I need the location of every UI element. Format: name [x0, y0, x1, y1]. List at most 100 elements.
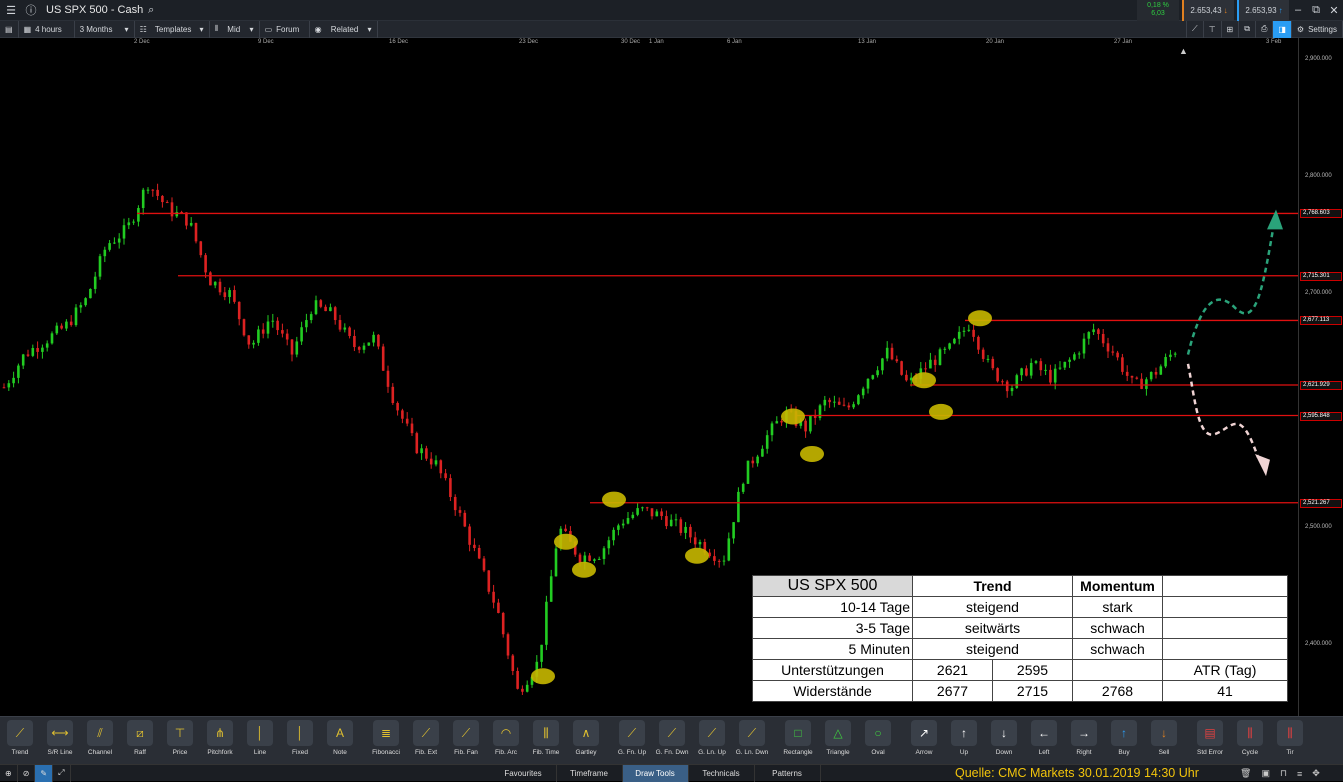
tool-fib-fan[interactable]: ⟋ Fib. Fan [446, 717, 486, 756]
candle-body [545, 601, 548, 645]
buy-price-button[interactable]: 2.653,93 ↑ [1237, 0, 1289, 21]
settings-button[interactable]: ⚙ Settings [1292, 20, 1343, 38]
tool-line[interactable]: │ Line [240, 717, 280, 756]
candle-body [175, 211, 179, 217]
tab-technicals[interactable]: Technicals [689, 764, 755, 782]
hide-icon[interactable]: ≡ [1297, 769, 1302, 779]
candle-body [751, 460, 755, 464]
tool-down-arrow[interactable]: ↓ Down [984, 717, 1024, 756]
tool-up-arrow[interactable]: ↑ Up [944, 717, 984, 756]
draw-line-icon[interactable]: ⟋ [1185, 20, 1204, 38]
tool-std-error[interactable]: ▤ Std Error [1190, 717, 1230, 756]
pencil-icon[interactable]: ✎ [35, 764, 54, 782]
templates-select[interactable]: ☷ Templates ▾ [135, 20, 210, 38]
tool-sell[interactable]: ↓ Sell [1144, 717, 1184, 756]
gann-fan-down-icon: ⟋ [659, 720, 685, 746]
candle-body [266, 321, 270, 334]
candle-body [319, 300, 323, 307]
tool-fib-arc[interactable]: ◠ Fib. Arc [486, 717, 526, 756]
tool-gartley[interactable]: ∧ Gartley [566, 717, 606, 756]
candle-body [271, 320, 275, 322]
candle-body [732, 522, 735, 539]
tool-oval[interactable]: ○ Oval [858, 717, 898, 756]
tool-price[interactable]: ⊤ Price [160, 717, 200, 756]
layout-icon[interactable]: ▤ [0, 20, 19, 38]
tool-fib-ext[interactable]: ⟋ Fib. Ext [406, 717, 446, 756]
candle-body [487, 570, 491, 592]
tab-patterns[interactable]: Patterns [755, 764, 821, 782]
tool-gann-fan-down[interactable]: ⟋ G. Fn. Dwn [652, 717, 692, 756]
tool-label: Buy [1118, 749, 1130, 756]
move-icon[interactable]: ✥ [1312, 768, 1320, 779]
minimize-icon[interactable]: – [1289, 0, 1307, 21]
tag-icon[interactable]: ◨ [1273, 20, 1292, 38]
tab-favourites[interactable]: Favourites [491, 764, 557, 782]
gann-line-up-icon: ⟋ [699, 720, 725, 746]
candle-body [405, 418, 409, 424]
tool-triangle[interactable]: △ Triangle [818, 717, 858, 756]
candle-body [775, 421, 779, 424]
range-select[interactable]: 3 Months ▾ [75, 20, 135, 38]
tool-gann-line-up[interactable]: ⟋ G. Ln. Up [692, 717, 732, 756]
tool-raff[interactable]: ⧄ Raff [120, 717, 160, 756]
tool-gann-line-down[interactable]: ⟋ G. Ln. Dwn [732, 717, 772, 756]
tool-pitchfork[interactable]: ⋔ Pitchfork [200, 717, 240, 756]
tool-cycle[interactable]: ⫼ Cycle [1230, 717, 1270, 756]
search-icon[interactable]: ⌕ [143, 0, 159, 21]
candle-body [684, 526, 687, 533]
tool-right-arrow[interactable]: → Right [1064, 717, 1104, 756]
tool-fib-time[interactable]: ⫼ Fib. Time [526, 717, 566, 756]
tool-rectangle[interactable]: □ Rectangle [778, 717, 818, 756]
candle-body [991, 358, 995, 369]
tool-fixed[interactable]: │ Fixed [280, 717, 320, 756]
candle-body [953, 338, 956, 344]
candle-body [857, 395, 860, 405]
chevron-down-icon: ▾ [199, 24, 204, 34]
timeframe-select[interactable]: ▦ 4 hours [19, 20, 75, 38]
eye-icon: ◉ [314, 24, 322, 34]
cursor-icon[interactable]: ⊕ [0, 764, 18, 782]
chevron-down-icon: ▾ [367, 24, 372, 34]
candle-body [804, 420, 807, 432]
tool-sr-line[interactable]: ⟷ S/R Line [40, 717, 80, 756]
tool-buy[interactable]: ↑ Buy [1104, 717, 1144, 756]
copy-icon[interactable]: ⧉ [1239, 20, 1256, 38]
std-error-icon: ▤ [1197, 720, 1223, 746]
candle-body [780, 421, 783, 423]
tool-channel[interactable]: ⫽ Channel [80, 717, 120, 756]
delete-icon[interactable]: 🗑 [1240, 768, 1251, 779]
tool-note[interactable]: A Note [320, 717, 360, 756]
sell-price-button[interactable]: 2.653,43 ↓ [1182, 0, 1234, 21]
tool-arrow[interactable]: ↗ Arrow [904, 717, 944, 756]
close-icon[interactable]: ✕ [1325, 0, 1343, 21]
tool-fibonacci[interactable]: ≣ Fibonacci [366, 717, 406, 756]
tool-tirone[interactable]: ⫼ Tir [1270, 717, 1310, 756]
grid-icon: ▦ [23, 24, 32, 34]
window-icon[interactable]: ⧉ [1307, 0, 1325, 21]
candle-body [468, 526, 471, 545]
compare-icon[interactable]: ⊞ [1222, 20, 1240, 38]
candle-body [309, 314, 313, 321]
tool-trend[interactable]: ⟋ Trend [0, 717, 40, 756]
price-type-select[interactable]: ⫴ Mid ▾ [210, 20, 260, 38]
tool-left-arrow[interactable]: ← Left [1024, 717, 1064, 756]
tab-draw-tools[interactable]: Draw Tools [622, 764, 689, 782]
info-icon[interactable]: ⓘ [22, 0, 40, 21]
tool-gann-fan-up[interactable]: ⟋ G. Fn. Up [612, 717, 652, 756]
lock-icon[interactable]: ▣ [1261, 768, 1270, 779]
related-select[interactable]: ◉ Related ▾ [310, 20, 378, 38]
crosshair-icon[interactable]: ⊤ [1204, 20, 1222, 38]
candle-body [377, 334, 380, 347]
print-icon[interactable]: ⎙ [1256, 20, 1274, 38]
candle-body [65, 321, 68, 329]
tool-label: Oval [871, 749, 885, 756]
candle-body [895, 359, 899, 362]
candle-body [588, 555, 591, 561]
candle-body [26, 354, 30, 356]
magnet-icon[interactable]: ⊓ [1280, 768, 1287, 779]
magic-icon[interactable]: ⤢ [53, 764, 71, 782]
menu-icon[interactable]: ☰ [0, 0, 22, 21]
no-entry-icon[interactable]: ⊘ [18, 764, 36, 782]
tab-timeframe[interactable]: Timeframe [557, 764, 623, 782]
forum-button[interactable]: ▭ Forum [260, 20, 310, 38]
